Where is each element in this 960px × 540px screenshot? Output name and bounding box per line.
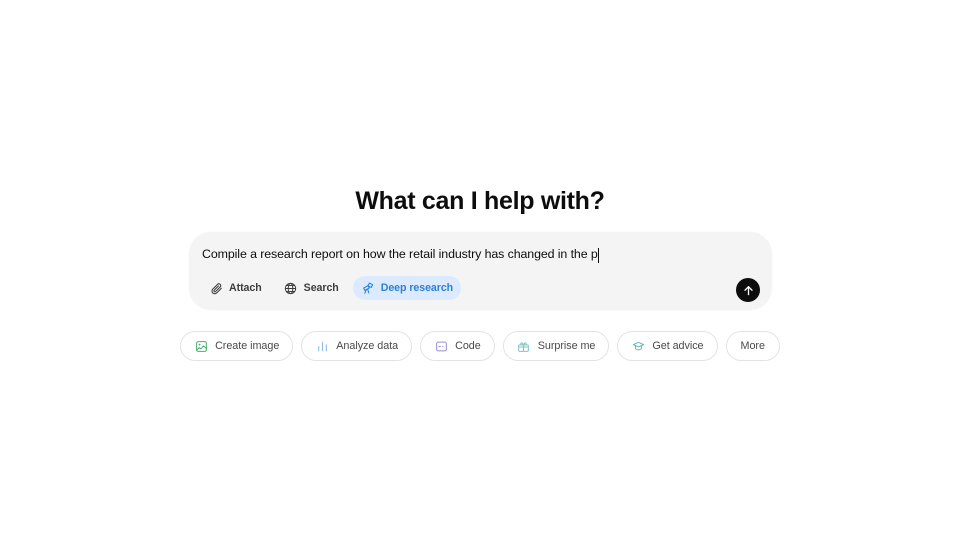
chip-analyze-data[interactable]: Analyze data [301, 331, 413, 361]
prompt-input-text[interactable]: Compile a research report on how the ret… [202, 245, 598, 263]
chip-label: More [740, 340, 765, 352]
image-icon [194, 339, 208, 353]
chat-start-screen: What can I help with? Compile a research… [0, 0, 960, 540]
chip-create-image[interactable]: Create image [180, 331, 294, 361]
message-composer[interactable]: Compile a research report on how the ret… [189, 232, 772, 310]
text-caret [598, 247, 600, 263]
attach-button[interactable]: Attach [201, 276, 270, 300]
globe-icon [284, 281, 298, 295]
chip-code[interactable]: Code [420, 331, 495, 361]
chip-label: Create image [215, 340, 280, 352]
telescope-icon [361, 281, 375, 295]
bar-chart-icon [315, 339, 329, 353]
chip-more[interactable]: More [725, 331, 780, 361]
page-title: What can I help with? [355, 187, 605, 215]
deep-research-button[interactable]: Deep research [352, 276, 462, 300]
chip-label: Get advice [652, 340, 704, 352]
graduation-cap-icon [631, 339, 645, 353]
chip-get-advice[interactable]: Get advice [617, 331, 718, 361]
chip-surprise-me[interactable]: Surprise me [502, 331, 610, 361]
chip-label: Surprise me [537, 340, 596, 352]
search-button[interactable]: Search [276, 276, 347, 300]
code-window-icon [434, 339, 448, 353]
send-button[interactable] [736, 278, 760, 302]
chip-label: Analyze data [336, 340, 399, 352]
paperclip-icon [209, 281, 223, 295]
gift-icon [517, 339, 531, 353]
arrow-up-icon [742, 284, 755, 297]
attach-label: Attach [229, 282, 262, 294]
chip-label: Code [455, 340, 481, 352]
deep-research-label: Deep research [380, 282, 454, 294]
suggestion-chips: Create image Analyze data Code Surprise … [0, 331, 960, 361]
composer-toolbar: Attach Search Deep research [201, 276, 462, 300]
search-label: Search [303, 282, 339, 294]
composer-input-row[interactable]: Compile a research report on how the ret… [202, 243, 720, 265]
